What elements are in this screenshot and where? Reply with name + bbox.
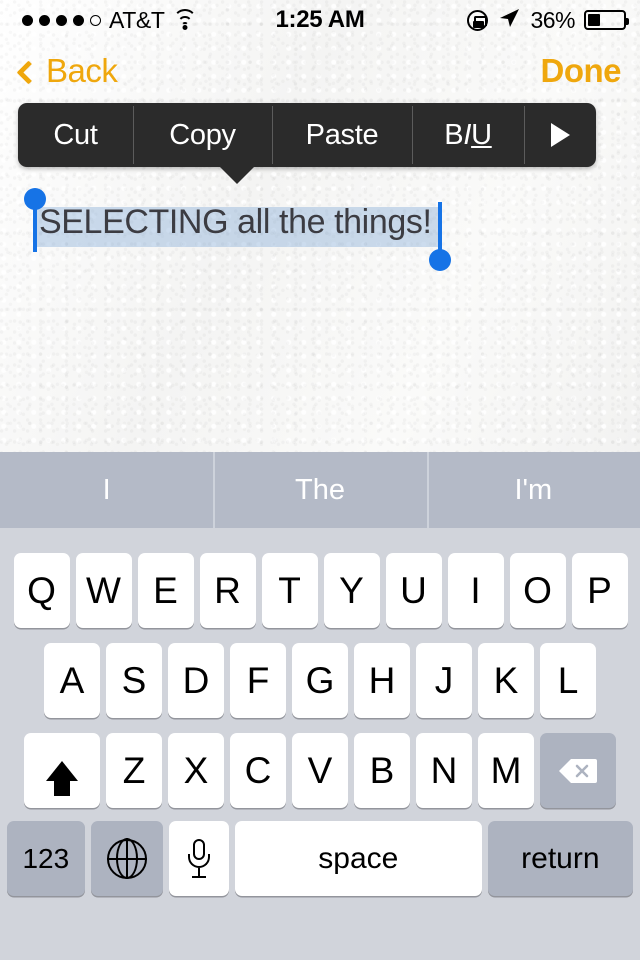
key-e[interactable]: E — [137, 553, 194, 628]
keyboard-row-2: A S D F G H J K L — [0, 643, 640, 718]
edit-callout-menu: Cut Copy Paste BIU — [18, 103, 596, 167]
globe-key[interactable] — [90, 821, 164, 896]
keyboard-row-1: Q W E R T Y U I O P — [0, 553, 640, 628]
keyboard-row-4: 123 space return — [0, 821, 640, 896]
format-biu-button[interactable]: BIU — [412, 103, 524, 167]
key-o[interactable]: O — [509, 553, 566, 628]
key-n[interactable]: N — [416, 733, 472, 808]
on-screen-keyboard: I The I'm Q W E R T Y U I O P A S D F G … — [0, 452, 640, 960]
battery-icon — [584, 10, 629, 30]
key-s[interactable]: S — [106, 643, 162, 718]
keyboard-rows: Q W E R T Y U I O P A S D F G H J K L Z — [0, 528, 640, 896]
key-c[interactable]: C — [230, 733, 286, 808]
status-bar-right: 36% — [467, 6, 629, 35]
shift-key[interactable] — [24, 733, 100, 808]
italic-label: I — [463, 118, 472, 151]
suggestion-0[interactable]: I — [0, 452, 213, 528]
key-k[interactable]: K — [478, 643, 534, 718]
key-l[interactable]: L — [540, 643, 596, 718]
delete-key[interactable] — [540, 733, 616, 808]
backspace-icon — [558, 757, 598, 785]
editor-text: SELECTING all the things! — [39, 203, 432, 241]
cut-button[interactable]: Cut — [18, 103, 133, 167]
key-j[interactable]: J — [416, 643, 472, 718]
chevron-left-icon — [16, 59, 41, 85]
dictation-key[interactable] — [169, 821, 229, 896]
key-g[interactable]: G — [292, 643, 348, 718]
key-d[interactable]: D — [168, 643, 224, 718]
copy-button[interactable]: Copy — [133, 103, 272, 167]
globe-icon — [106, 838, 147, 879]
key-y[interactable]: Y — [323, 553, 380, 628]
underline-label: U — [471, 118, 492, 151]
status-bar: AT&T 1:25 AM 36% — [0, 0, 640, 40]
paste-button[interactable]: Paste — [272, 103, 412, 167]
key-z[interactable]: Z — [106, 733, 162, 808]
rotation-lock-icon — [467, 9, 489, 31]
key-m[interactable]: M — [478, 733, 534, 808]
key-q[interactable]: Q — [13, 553, 70, 628]
location-arrow-icon — [497, 6, 521, 35]
microphone-icon — [188, 838, 211, 879]
key-v[interactable]: V — [292, 733, 348, 808]
shift-arrow-icon — [46, 760, 78, 796]
navigation-bar: Back Done — [0, 52, 640, 100]
back-button-label: Back — [46, 52, 118, 89]
suggestion-2[interactable]: I'm — [426, 452, 640, 528]
done-button[interactable]: Done — [541, 52, 622, 90]
key-w[interactable]: W — [75, 553, 132, 628]
key-x[interactable]: X — [168, 733, 224, 808]
predictive-suggestion-bar: I The I'm — [0, 452, 640, 528]
key-t[interactable]: T — [261, 553, 318, 628]
selection-handle-left[interactable] — [24, 188, 46, 210]
bold-label: B — [444, 118, 464, 151]
key-r[interactable]: R — [199, 553, 256, 628]
key-i[interactable]: I — [447, 553, 504, 628]
battery-percent-label: 36% — [530, 6, 575, 33]
key-a[interactable]: A — [44, 643, 100, 718]
key-b[interactable]: B — [354, 733, 410, 808]
more-options-button[interactable] — [524, 103, 596, 167]
key-u[interactable]: U — [385, 553, 442, 628]
return-key[interactable]: return — [487, 821, 633, 896]
triangle-right-icon — [550, 123, 570, 147]
selection-handle-left-bar — [33, 204, 37, 252]
keyboard-row-3: Z X C V B N M — [0, 733, 640, 808]
back-button[interactable]: Back — [16, 52, 118, 90]
text-editor-area[interactable]: SELECTING all the things! — [0, 180, 640, 271]
selection-handle-right[interactable] — [429, 249, 451, 271]
key-f[interactable]: F — [230, 643, 286, 718]
suggestion-1[interactable]: The — [213, 452, 426, 528]
key-h[interactable]: H — [354, 643, 410, 718]
selection-handle-right-bar — [438, 202, 442, 250]
key-p[interactable]: P — [571, 553, 628, 628]
numbers-key[interactable]: 123 — [7, 821, 85, 896]
space-key[interactable]: space — [234, 821, 482, 896]
